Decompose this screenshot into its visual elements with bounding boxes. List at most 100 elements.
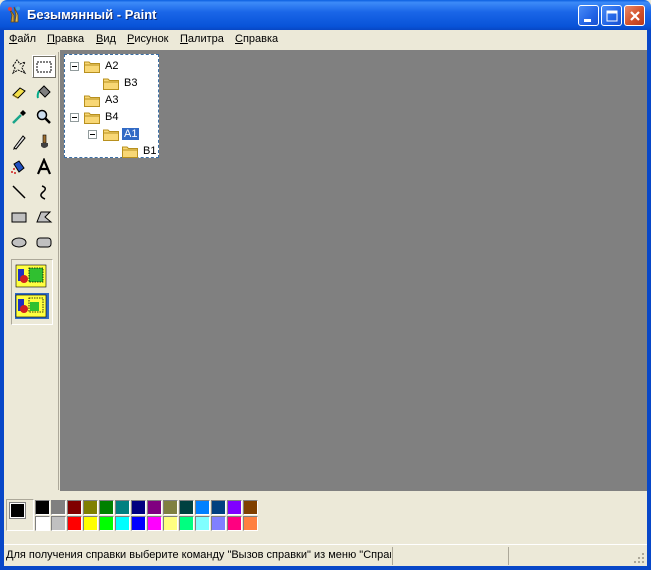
palette-swatch[interactable] [35, 516, 50, 531]
minimize-button[interactable] [578, 5, 599, 26]
rounded-rectangle-tool[interactable] [32, 230, 56, 253]
menu-edit[interactable]: Правка [47, 33, 84, 45]
tree-node-a3[interactable]: A3 [84, 92, 120, 108]
foreground-color-swatch [9, 502, 26, 519]
title-bar[interactable]: Безымянный - Paint [0, 0, 651, 30]
palette-swatch[interactable] [67, 516, 82, 531]
tool-options-panel [11, 259, 53, 325]
palette-swatch[interactable] [243, 500, 258, 515]
menu-colors[interactable]: Палитра [180, 33, 224, 45]
text-tool[interactable] [32, 155, 56, 178]
palette-swatch[interactable] [115, 516, 130, 531]
magnifier-tool[interactable] [32, 105, 56, 128]
brush-icon [41, 134, 48, 148]
tree-node-b3[interactable]: B3 [103, 75, 139, 91]
menu-image[interactable]: Рисунок [127, 33, 169, 45]
palette-swatch[interactable] [35, 500, 50, 515]
current-colors-indicator[interactable] [6, 499, 34, 531]
maximize-button[interactable] [601, 5, 622, 26]
palette-swatch[interactable] [131, 500, 146, 515]
tree-node-b1[interactable]: B1 [122, 143, 158, 159]
opaque-selection-option[interactable] [15, 263, 49, 289]
airbrush-icon [11, 159, 25, 174]
tree-collapse-icon[interactable] [70, 113, 79, 122]
menu-view[interactable]: Вид [96, 33, 116, 45]
palette-swatch[interactable] [195, 500, 210, 515]
airbrush-tool[interactable] [7, 155, 31, 178]
folder-icon [122, 146, 138, 158]
palette-swatch[interactable] [227, 500, 242, 515]
palette-swatch[interactable] [211, 500, 226, 515]
polygon-tool[interactable] [32, 205, 56, 228]
line-icon [12, 184, 26, 199]
menu-help-label: правка [242, 33, 279, 45]
fill-bucket-icon [36, 84, 51, 98]
tree-node-label-selected: A1 [120, 127, 141, 141]
line-tool[interactable] [7, 180, 31, 203]
status-bar: Для получения справки выберите команду "… [4, 544, 647, 566]
palette-swatch[interactable] [131, 516, 146, 531]
palette-swatch[interactable] [195, 516, 210, 531]
brush-tool[interactable] [32, 130, 56, 153]
status-panel-coordinates [392, 547, 508, 565]
menu-edit-accel: П [47, 33, 55, 45]
curve-tool[interactable] [32, 180, 56, 203]
palette-swatch[interactable] [99, 516, 114, 531]
status-text: Для получения справки выберите команду "… [6, 549, 391, 561]
paint-app-icon[interactable] [6, 6, 22, 24]
palette-swatch[interactable] [51, 500, 66, 515]
palette-swatch[interactable] [163, 516, 178, 531]
tree-node-label: B4 [105, 111, 119, 123]
palette-swatch[interactable] [115, 500, 130, 515]
tree-node-b4[interactable]: B4 [84, 109, 120, 125]
tree-node-a1[interactable]: A1 [103, 126, 141, 142]
canvas-workspace[interactable]: A2 B3 A3 B4 A1 B1 [60, 50, 647, 491]
tree-collapse-icon[interactable] [70, 62, 79, 71]
palette-swatch[interactable] [179, 500, 194, 515]
resize-grip-icon[interactable] [633, 552, 645, 564]
eraser-tool[interactable] [7, 80, 31, 103]
palette-swatch[interactable] [243, 516, 258, 531]
folder-icon [84, 61, 100, 73]
transparent-selection-option[interactable] [15, 293, 49, 319]
curve-icon [40, 184, 46, 200]
window-frame-bottom [0, 566, 651, 570]
menu-help[interactable]: Справка [235, 33, 278, 45]
palette-swatch[interactable] [211, 516, 226, 531]
tree-collapse-icon[interactable] [88, 130, 97, 139]
window-title: Безымянный - Paint [27, 7, 157, 22]
fill-with-color-tool[interactable] [32, 80, 56, 103]
magnifier-icon [36, 109, 51, 124]
palette-swatch[interactable] [163, 500, 178, 515]
menu-view-label: ид [103, 33, 116, 45]
close-button[interactable] [624, 5, 645, 26]
tree-node-label: A3 [105, 94, 119, 106]
ellipse-tool[interactable] [7, 230, 31, 253]
color-palette [4, 494, 647, 536]
drawing-canvas[interactable]: A2 B3 A3 B4 A1 B1 [64, 54, 159, 158]
palette-swatch[interactable] [99, 500, 114, 515]
menu-file[interactable]: Файл [9, 33, 36, 45]
pencil-tool[interactable] [7, 130, 31, 153]
free-form-select-icon [11, 58, 27, 74]
palette-swatch[interactable] [179, 516, 194, 531]
text-icon [36, 157, 52, 174]
transparent-selection-icon [15, 294, 47, 318]
window-frame-right [647, 30, 651, 570]
toolbox [4, 52, 59, 490]
palette-swatch[interactable] [83, 500, 98, 515]
palette-swatch[interactable] [147, 500, 162, 515]
palette-swatch[interactable] [67, 500, 82, 515]
rectangle-tool[interactable] [7, 205, 31, 228]
folder-icon [84, 112, 100, 124]
menu-colors-accel: П [180, 33, 188, 45]
tree-node-a2[interactable]: A2 [84, 58, 120, 74]
palette-swatch[interactable] [147, 516, 162, 531]
palette-swatch[interactable] [227, 516, 242, 531]
rectangle-select-icon [36, 61, 52, 72]
palette-swatch[interactable] [83, 516, 98, 531]
palette-swatch[interactable] [51, 516, 66, 531]
free-form-select-tool[interactable] [7, 55, 31, 78]
pick-color-tool[interactable] [7, 105, 31, 128]
rectangle-select-tool[interactable] [32, 55, 56, 78]
